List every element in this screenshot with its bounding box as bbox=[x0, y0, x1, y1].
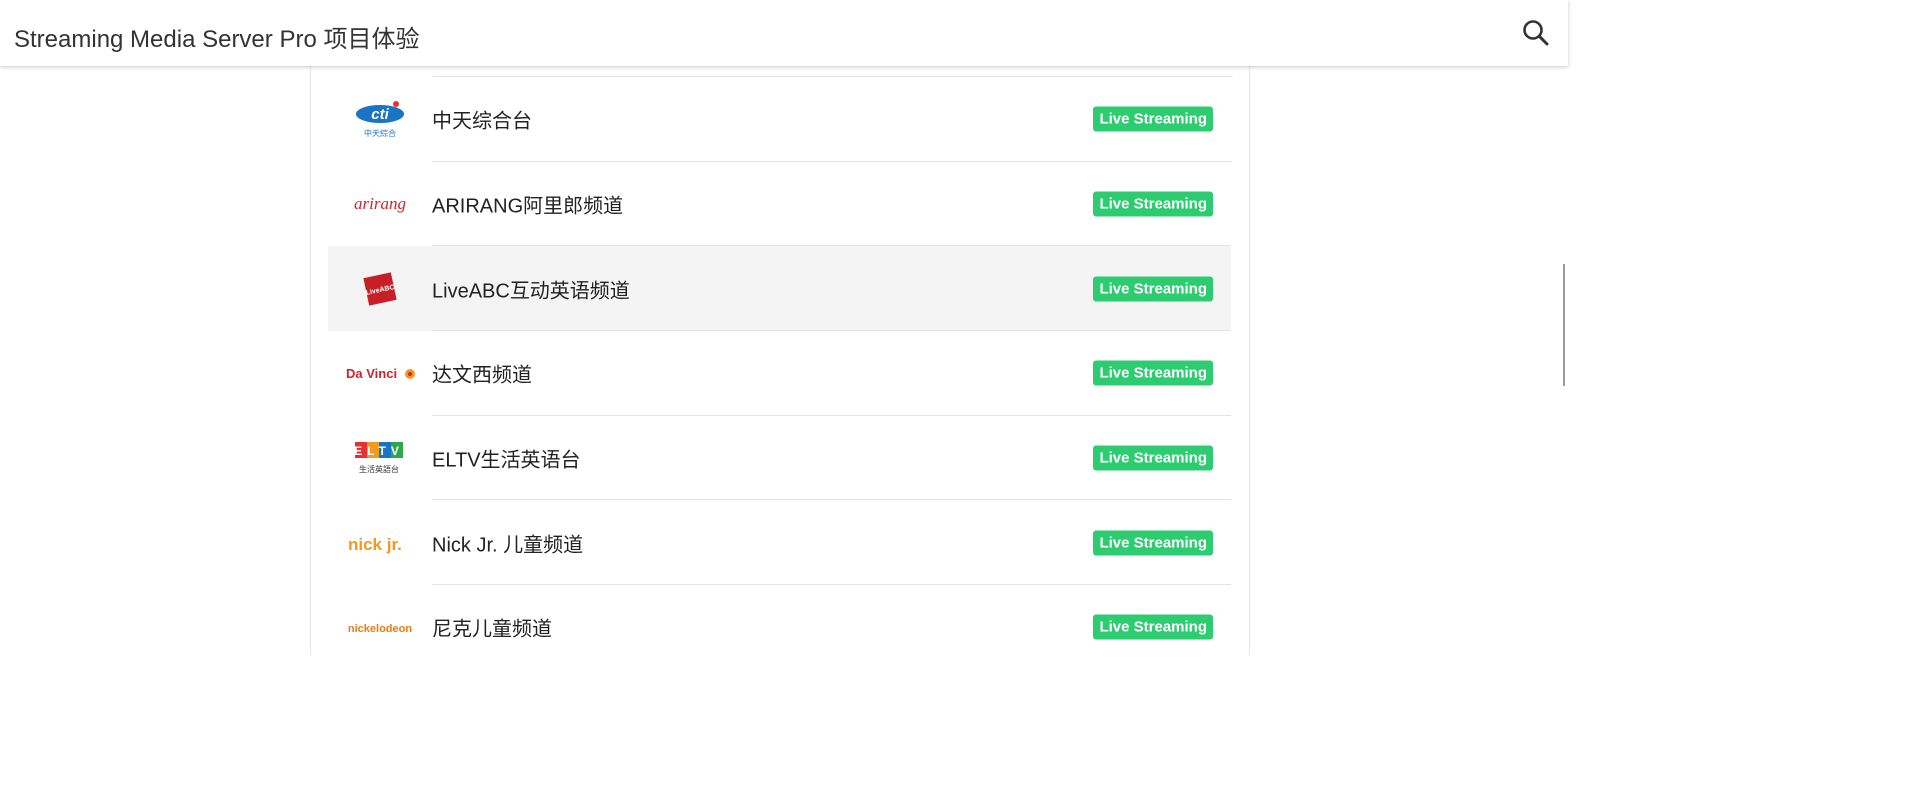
channel-item[interactable]: nickelodeon 尼克儿童频道 Live Streaming bbox=[328, 585, 1231, 655]
davinci-logo: Da Vinci bbox=[342, 353, 418, 393]
arirang-logo: arirang bbox=[342, 184, 418, 224]
channel-item[interactable]: ELTV 生活英語台 ELTV生活英语台 Live Streaming bbox=[328, 416, 1231, 501]
channel-item[interactable]: cti 中天綜合 中天综合台 Live Streaming bbox=[328, 77, 1231, 162]
status-badge: Live Streaming bbox=[1093, 614, 1213, 640]
channel-name: ELTV生活英语台 bbox=[432, 449, 581, 472]
eltv-logo: ELTV 生活英語台 bbox=[342, 438, 418, 478]
nickjr-logo: nick jr. bbox=[342, 523, 418, 563]
nickjr-logo-text: nick jr. bbox=[348, 535, 402, 554]
channel-name: 尼克儿童频道 bbox=[432, 618, 552, 641]
arirang-logo-text: arirang bbox=[354, 194, 406, 213]
status-badge: Live Streaming bbox=[1093, 360, 1213, 386]
channel-item[interactable]: nick jr. Nick Jr. 儿童频道 Live Streaming bbox=[328, 500, 1231, 586]
eltv-logo-text: ELTV bbox=[354, 444, 404, 458]
app-title: Streaming Media Server Pro 项目体验 bbox=[14, 26, 420, 53]
status-badge: Live Streaming bbox=[1093, 276, 1213, 302]
search-icon bbox=[1523, 20, 1549, 46]
nickelodeon-logo: nickelodeon bbox=[342, 607, 418, 647]
channel-item[interactable]: arirang ARIRANG阿里郎频道 Live Streaming bbox=[328, 162, 1231, 247]
channel-item[interactable]: LiveABC LiveABC互动英语频道 Live Streaming bbox=[328, 246, 1231, 332]
scrollbar-thumb[interactable] bbox=[1563, 264, 1565, 386]
cti-logo: cti 中天綜合 bbox=[342, 99, 418, 139]
davinci-logo-text: Da Vinci bbox=[346, 366, 397, 381]
status-badge: Live Streaming bbox=[1093, 445, 1213, 471]
channel-name: ARIRANG阿里郎频道 bbox=[432, 195, 624, 218]
status-badge: Live Streaming bbox=[1093, 530, 1213, 556]
top-app-bar: Streaming Media Server Pro 项目体验 bbox=[0, 0, 1568, 66]
channel-name: LiveABC互动英语频道 bbox=[432, 280, 630, 303]
channel-list: cti 中天綜合 中天综合台 Live Streaming arirang AR… bbox=[328, 77, 1231, 655]
status-badge: Live Streaming bbox=[1093, 191, 1213, 217]
channel-name: Nick Jr. 儿童频道 bbox=[432, 534, 584, 557]
channel-item[interactable]: Da Vinci 达文西频道 Live Streaming bbox=[328, 331, 1231, 416]
liveabc-logo: LiveABC bbox=[342, 269, 418, 309]
cti-logo-subtext: 中天綜合 bbox=[364, 128, 396, 138]
eltv-logo-subtext: 生活英語台 bbox=[359, 464, 399, 474]
channel-name: 中天综合台 bbox=[432, 110, 532, 133]
channel-name: 达文西频道 bbox=[432, 364, 532, 387]
cti-logo-text: cti bbox=[371, 106, 389, 123]
search-button[interactable] bbox=[1520, 17, 1552, 49]
nickelodeon-logo-text: nickelodeon bbox=[348, 623, 412, 635]
channel-panel: cti 中天綜合 中天综合台 Live Streaming arirang AR… bbox=[310, 66, 1250, 655]
status-badge: Live Streaming bbox=[1093, 106, 1213, 132]
